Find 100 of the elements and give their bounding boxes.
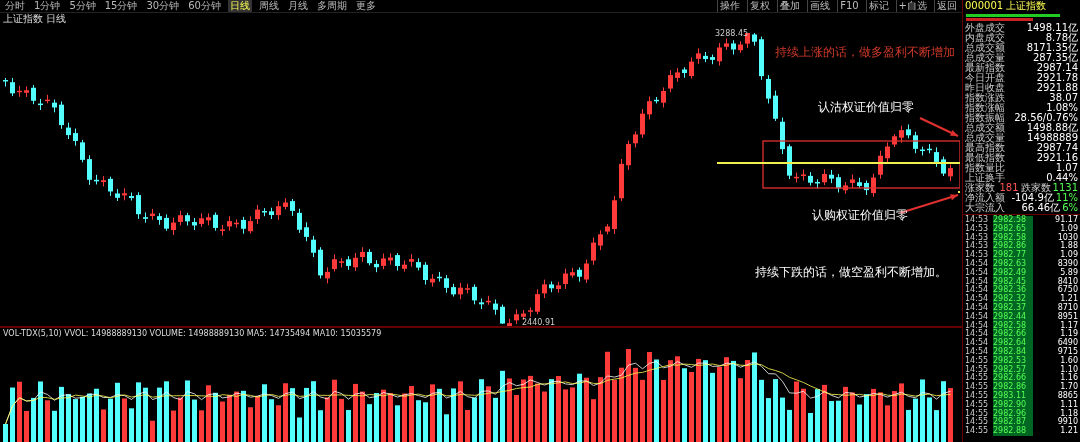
trade-time: 14:53 bbox=[965, 242, 990, 251]
trade-volume: 1.09 bbox=[1060, 251, 1078, 260]
trade-volume: 8865 bbox=[1057, 391, 1078, 400]
period-tab[interactable]: 多周期 bbox=[314, 0, 349, 12]
annotation-text: 持续下跌的话，做空盈利不断增加。 bbox=[755, 265, 947, 280]
stat-value: 8171.35亿 bbox=[1026, 43, 1078, 53]
stat-value: 2987.14 bbox=[1036, 63, 1078, 73]
stat-label: 昨日收盘 bbox=[965, 83, 1005, 93]
period-tab[interactable]: 60分钟 bbox=[186, 0, 223, 12]
trade-time: 14:54 bbox=[965, 303, 990, 312]
trade-time: 14:54 bbox=[965, 321, 990, 330]
toolbar-button[interactable]: 画线 bbox=[807, 0, 833, 12]
trade-time: 14:53 bbox=[965, 233, 990, 242]
toolbar-button[interactable]: 操作 bbox=[717, 0, 743, 12]
price-label: 2440.91 bbox=[522, 318, 556, 326]
trade-time: 14:54 bbox=[965, 347, 990, 356]
period-tab[interactable]: 5分钟 bbox=[67, 0, 98, 12]
stat-label: 最低指数 bbox=[965, 153, 1005, 163]
trade-volume: 1.88 bbox=[1060, 242, 1078, 251]
stat-value: 2921.78 bbox=[1036, 73, 1078, 83]
annotation-text: 认沽权证价值归零 bbox=[818, 100, 914, 115]
chart-title: 上证指数 日线 bbox=[2, 13, 68, 25]
trade-price: 2982.53 bbox=[993, 356, 1033, 366]
stat-label: 上证换手 bbox=[965, 173, 1005, 183]
trade-volume: 9910 bbox=[1057, 418, 1078, 427]
period-tab[interactable]: 1分钟 bbox=[32, 0, 63, 12]
trade-time: 14:55 bbox=[965, 400, 990, 409]
stat-value: 2987.74 bbox=[1036, 143, 1078, 153]
stat-label: 净流入额 bbox=[965, 193, 1005, 203]
trade-volume: 1.11 bbox=[1060, 400, 1078, 409]
trade-price: 2982.49 bbox=[993, 268, 1033, 278]
trade-volume: 1.21 bbox=[1060, 295, 1078, 304]
trade-price: 2982.32 bbox=[993, 295, 1033, 304]
trade-time: 14:54 bbox=[965, 339, 990, 348]
stat-value: 1.08% bbox=[1046, 103, 1078, 113]
trade-price: 2982.77 bbox=[993, 251, 1033, 260]
period-tab[interactable]: 月线 bbox=[285, 0, 310, 12]
trade-time: 14:54 bbox=[965, 268, 990, 277]
stat-label: 最高指数 bbox=[965, 143, 1005, 153]
toolbar-button[interactable]: 标记 bbox=[865, 0, 891, 12]
trade-volume: 1.09 bbox=[1060, 224, 1078, 233]
trade-volume: 9715 bbox=[1057, 347, 1078, 356]
stat-value: 14988889 bbox=[1027, 133, 1078, 143]
trade-time: 14:55 bbox=[965, 391, 990, 400]
trade-time: 14:54 bbox=[965, 330, 990, 339]
trade-price: 2982.86 bbox=[993, 383, 1033, 392]
volume-legend: VOL-TDX(5,10) VVOL: 14988889130 VOLUME: 14988889130 MA5: 14735494 MA10: 15035579 bbox=[0, 327, 962, 340]
trade-time: 14:53 bbox=[965, 216, 990, 224]
trade-volume: 1.60 bbox=[1060, 356, 1078, 365]
trade-volume: 1.18 bbox=[1060, 409, 1078, 418]
period-tab[interactable]: 周线 bbox=[256, 0, 281, 12]
stat-value: 66.46亿 bbox=[1021, 203, 1061, 213]
stat-value: 6% bbox=[1062, 203, 1078, 213]
stat-value: 0.44% bbox=[1046, 173, 1078, 183]
stat-value: 2921.16 bbox=[1036, 153, 1078, 163]
trade-time: 14:54 bbox=[965, 295, 990, 304]
trade-volume: 1.16 bbox=[1060, 374, 1078, 383]
trade-time: 14:53 bbox=[965, 251, 990, 260]
toolbar-button[interactable]: 叠加 bbox=[777, 0, 803, 12]
stat-label: 指数涨跌 bbox=[965, 93, 1005, 103]
period-tab[interactable]: 分时 bbox=[3, 0, 27, 12]
trade-price: 2982.88 bbox=[993, 427, 1033, 436]
toolbar-button[interactable]: 返回 bbox=[934, 0, 959, 12]
trade-price: 2982.58 bbox=[993, 216, 1033, 225]
trade-volume: 1.10 bbox=[1060, 365, 1078, 374]
toolbar-button[interactable]: 复权 bbox=[747, 0, 773, 12]
stat-label: 最新指数 bbox=[965, 63, 1005, 73]
stat-value: 1498.11亿 bbox=[1026, 23, 1078, 33]
period-tab[interactable]: 日线 bbox=[227, 0, 252, 12]
trade-volume: 91.17 bbox=[1055, 216, 1078, 224]
trade-volume: 8410 bbox=[1057, 277, 1078, 286]
stat-label: 内盘成交 bbox=[965, 33, 1005, 43]
stat-label: 总成交额 bbox=[965, 43, 1005, 53]
period-tab[interactable]: 更多 bbox=[353, 0, 378, 12]
stat-label: 指数振幅 bbox=[965, 113, 1005, 123]
trade-volume: 1.19 bbox=[1060, 330, 1078, 339]
stat-value: 287.35亿 bbox=[1033, 53, 1078, 63]
stat-label: 总成交量 bbox=[965, 133, 1005, 143]
price-label: 3288.45 bbox=[715, 29, 749, 38]
trade-time: 14:55 bbox=[965, 427, 990, 436]
toolbar-button[interactable]: F10 bbox=[837, 0, 861, 12]
stat-label: 指数涨幅 bbox=[965, 103, 1005, 113]
trade-time: 14:54 bbox=[965, 260, 990, 268]
stat-value: 2921.88 bbox=[1036, 83, 1078, 93]
trade-price: 2982.90 bbox=[993, 400, 1033, 410]
trade-time: 14:55 bbox=[965, 374, 990, 383]
trade-volume: 1.70 bbox=[1060, 383, 1078, 392]
trade-time: 14:55 bbox=[965, 365, 990, 374]
trade-time: 14:55 bbox=[965, 409, 990, 418]
stat-label: 今日开盘 bbox=[965, 73, 1005, 83]
period-tab[interactable]: 15分钟 bbox=[102, 0, 140, 12]
stat-value: -104.9亿 bbox=[1011, 193, 1054, 203]
stat-value: 28.56/0.76% bbox=[1014, 113, 1078, 123]
trade-volume: 8710 bbox=[1057, 303, 1078, 312]
annotation-text: 认购权证价值归零 bbox=[812, 208, 908, 223]
stat-value: 181 bbox=[999, 183, 1019, 193]
trade-time: 14:55 bbox=[965, 418, 990, 427]
trade-price: 2982.84 bbox=[993, 347, 1033, 357]
period-tab[interactable]: 30分钟 bbox=[144, 0, 182, 12]
toolbar-button[interactable]: +自选 bbox=[895, 0, 929, 12]
